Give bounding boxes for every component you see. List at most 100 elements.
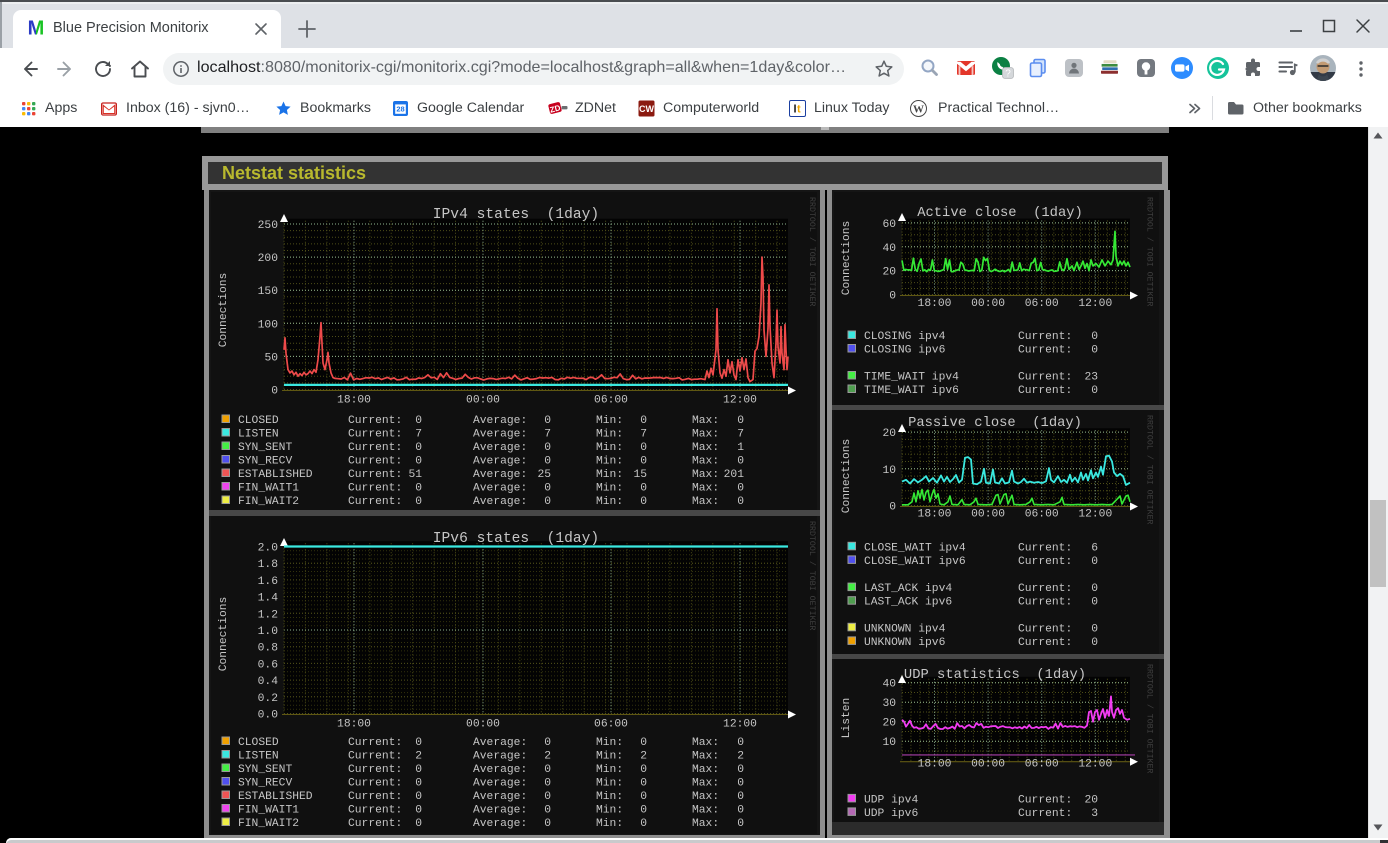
svg-text:7: 7: [640, 429, 647, 441]
svg-text:Average:: Average:: [473, 737, 527, 749]
svg-text:30: 30: [882, 698, 896, 710]
svg-text:0: 0: [544, 442, 551, 454]
svg-text:1.6: 1.6: [258, 576, 279, 588]
svg-text:0: 0: [544, 496, 551, 508]
svg-text:0: 0: [544, 456, 551, 468]
svg-text:0: 0: [415, 496, 422, 508]
svg-text:Min:: Min:: [596, 456, 623, 468]
svg-text:20: 20: [882, 428, 896, 440]
svg-text:SYN_RECV: SYN_RECV: [238, 778, 292, 790]
svg-text:200: 200: [258, 253, 279, 265]
svg-text:Current:: Current:: [1018, 623, 1072, 635]
svg-text:0: 0: [640, 791, 647, 803]
svg-text:Min:: Min:: [596, 442, 623, 454]
svg-text:Min:: Min:: [596, 429, 623, 441]
svg-text:Average:: Average:: [473, 429, 527, 441]
svg-text:W: W: [913, 104, 924, 116]
svg-text:RRDTOOL / TOBI OETIKER: RRDTOOL / TOBI OETIKER: [1145, 197, 1155, 307]
svg-text:6: 6: [1091, 542, 1098, 554]
svg-text:Min:: Min:: [596, 751, 623, 763]
svg-text:UNKNOWN ipv6: UNKNOWN ipv6: [864, 637, 946, 649]
svg-text:0: 0: [544, 791, 551, 803]
svg-text:0: 0: [415, 791, 422, 803]
svg-text:40: 40: [882, 679, 896, 691]
svg-text:FIN_WAIT1: FIN_WAIT1: [238, 805, 299, 817]
svg-text:18:00: 18:00: [918, 509, 952, 521]
svg-text:Current:: Current:: [1018, 372, 1072, 384]
svg-text:SYN_RECV: SYN_RECV: [238, 456, 292, 468]
svg-text:TIME_WAIT ipv6: TIME_WAIT ipv6: [864, 385, 959, 397]
svg-text:2: 2: [544, 751, 551, 763]
svg-text:0: 0: [544, 764, 551, 776]
svg-text:00:00: 00:00: [971, 759, 1005, 771]
svg-text:Min:: Min:: [596, 415, 623, 427]
svg-text:0: 0: [1091, 623, 1098, 635]
svg-text:M: M: [28, 18, 45, 38]
svg-text:0: 0: [737, 496, 744, 508]
svg-text:Average:: Average:: [473, 791, 527, 803]
svg-text:Current:: Current:: [348, 483, 402, 495]
svg-text:0: 0: [1091, 345, 1098, 357]
svg-text:Max:: Max:: [692, 818, 719, 830]
svg-text:0: 0: [544, 737, 551, 749]
svg-text:Average:: Average:: [473, 496, 527, 508]
svg-text:UDP ipv4: UDP ipv4: [864, 794, 918, 806]
svg-text:51: 51: [408, 469, 422, 481]
svg-text:RRDTOOL / TOBI OETIKER: RRDTOOL / TOBI OETIKER: [1145, 415, 1155, 525]
svg-text:Average:: Average:: [473, 805, 527, 817]
svg-text:Current:: Current:: [1018, 385, 1072, 397]
svg-text:0: 0: [1091, 597, 1098, 609]
svg-text:06:00: 06:00: [594, 395, 628, 407]
svg-text:12:00: 12:00: [723, 719, 757, 731]
svg-text:Current:: Current:: [348, 469, 402, 481]
svg-text:0: 0: [737, 778, 744, 790]
svg-text:Connections: Connections: [218, 597, 230, 672]
svg-text:1.4: 1.4: [258, 593, 279, 605]
svg-text:06:00: 06:00: [594, 719, 628, 731]
svg-text:10: 10: [882, 465, 896, 477]
svg-text:Current:: Current:: [348, 496, 402, 508]
svg-text:Current:: Current:: [1018, 542, 1072, 554]
svg-text:7: 7: [544, 429, 551, 441]
svg-text:Min:: Min:: [596, 805, 623, 817]
svg-text:0: 0: [415, 442, 422, 454]
svg-text:0: 0: [1091, 331, 1098, 343]
svg-text:0: 0: [889, 291, 896, 303]
svg-text:FIN_WAIT1: FIN_WAIT1: [238, 483, 299, 495]
svg-text:0: 0: [737, 456, 744, 468]
svg-text:20: 20: [882, 718, 896, 730]
svg-text:Current:: Current:: [348, 805, 402, 817]
svg-text:12:00: 12:00: [1078, 509, 1112, 521]
svg-text:UNKNOWN ipv4: UNKNOWN ipv4: [864, 623, 946, 635]
svg-text:Average:: Average:: [473, 442, 527, 454]
svg-text:Max:: Max:: [692, 764, 719, 776]
svg-text:0: 0: [415, 483, 422, 495]
svg-text:Current:: Current:: [1018, 331, 1072, 343]
svg-text:SYN_SENT: SYN_SENT: [238, 764, 292, 776]
svg-text:Current:: Current:: [1018, 808, 1072, 820]
svg-text:Current:: Current:: [1018, 583, 1072, 595]
svg-text:12:00: 12:00: [723, 395, 757, 407]
svg-text:Connections: Connections: [841, 439, 853, 514]
svg-text:Min:: Min:: [596, 764, 623, 776]
svg-text:150: 150: [258, 286, 279, 298]
svg-text:Connections: Connections: [218, 273, 230, 348]
svg-text:00:00: 00:00: [971, 298, 1005, 310]
svg-text:Max:: Max:: [692, 483, 719, 495]
svg-text:Average:: Average:: [473, 469, 527, 481]
svg-text:25: 25: [537, 469, 551, 481]
svg-text:UDP statistics (1day): UDP statistics (1day): [904, 667, 1086, 683]
svg-text:Current:: Current:: [348, 818, 402, 830]
svg-text:0: 0: [415, 415, 422, 427]
svg-text:Max:: Max:: [692, 805, 719, 817]
svg-text:0: 0: [544, 483, 551, 495]
svg-text:ESTABLISHED: ESTABLISHED: [238, 469, 313, 481]
svg-text:1: 1: [737, 442, 744, 454]
svg-text:Current:: Current:: [348, 737, 402, 749]
svg-text:18:00: 18:00: [918, 759, 952, 771]
svg-text:Current:: Current:: [348, 764, 402, 776]
svg-text:0: 0: [415, 456, 422, 468]
svg-text:0: 0: [737, 818, 744, 830]
svg-text:12:00: 12:00: [1078, 298, 1112, 310]
svg-text:LAST_ACK ipv4: LAST_ACK ipv4: [864, 583, 952, 595]
